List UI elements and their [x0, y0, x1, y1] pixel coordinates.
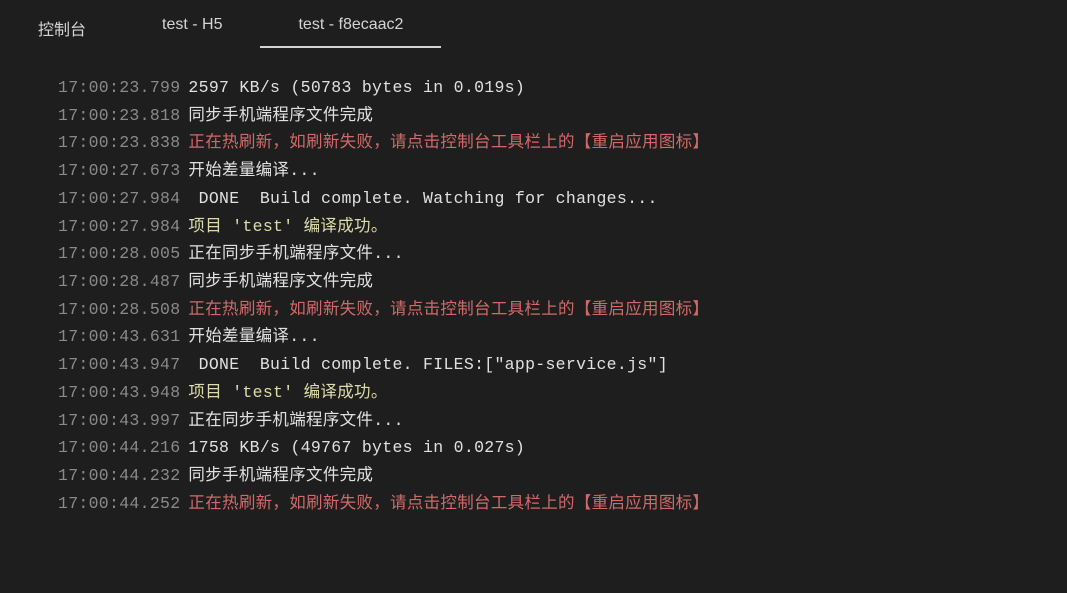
log-line: 17:00:28.005 正在同步手机端程序文件... [58, 240, 1067, 268]
log-message: 正在热刷新，如刷新失败，请点击控制台工具栏上的【重启应用图标】 [188, 296, 709, 324]
log-line: 17:00:44.252 正在热刷新，如刷新失败，请点击控制台工具栏上的【重启应用… [58, 490, 1067, 518]
log-message: 同步手机端程序文件完成 [188, 268, 373, 296]
log-timestamp: 17:00:28.487 [58, 268, 180, 296]
log-message: 同步手机端程序文件完成 [188, 462, 373, 490]
log-line: 17:00:23.818 同步手机端程序文件完成 [58, 102, 1067, 130]
log-timestamp: 17:00:23.818 [58, 102, 180, 130]
log-line: 17:00:23.799 2597 KB/s (50783 bytes in 0.… [58, 74, 1067, 102]
log-line: 17:00:43.631 开始差量编译... [58, 323, 1067, 351]
tab-2[interactable]: test - f8ecaac2 [260, 10, 441, 48]
log-message: 开始差量编译... [188, 323, 319, 351]
tab-1[interactable]: test - H5 [124, 10, 260, 48]
log-line: 17:00:23.838 正在热刷新，如刷新失败，请点击控制台工具栏上的【重启应用… [58, 129, 1067, 157]
log-message: 正在同步手机端程序文件... [188, 407, 403, 435]
log-timestamp: 17:00:44.216 [58, 434, 180, 462]
log-message: 同步手机端程序文件完成 [188, 102, 373, 130]
log-message: 项目 'test' 编译成功。 [188, 213, 387, 241]
log-line: 17:00:44.232 同步手机端程序文件完成 [58, 462, 1067, 490]
log-message: 1758 KB/s (49767 bytes in 0.027s) [188, 434, 525, 462]
log-line: 17:00:27.673 开始差量编译... [58, 157, 1067, 185]
log-timestamp: 17:00:43.947 [58, 351, 180, 379]
log-timestamp: 17:00:43.948 [58, 379, 180, 407]
log-line: 17:00:43.948 项目 'test' 编译成功。 [58, 379, 1067, 407]
log-message: 正在热刷新，如刷新失败，请点击控制台工具栏上的【重启应用图标】 [188, 129, 709, 157]
log-message: 项目 'test' 编译成功。 [188, 379, 387, 407]
log-line: 17:00:43.947 DONE Build complete. FILES:… [58, 351, 1067, 379]
log-timestamp: 17:00:43.631 [58, 323, 180, 351]
log-message: 开始差量编译... [188, 157, 319, 185]
log-line: 17:00:44.216 1758 KB/s (49767 bytes in 0.… [58, 434, 1067, 462]
log-output: 17:00:23.799 2597 KB/s (50783 bytes in 0.… [0, 56, 1067, 518]
tab-bar: 控制台test - H5test - f8ecaac2 [0, 0, 1067, 56]
log-timestamp: 17:00:27.984 [58, 185, 180, 213]
log-line: 17:00:28.487 同步手机端程序文件完成 [58, 268, 1067, 296]
log-timestamp: 17:00:23.838 [58, 129, 180, 157]
log-message: 正在同步手机端程序文件... [188, 240, 403, 268]
tab-0[interactable]: 控制台 [0, 10, 124, 48]
log-timestamp: 17:00:44.232 [58, 462, 180, 490]
log-line: 17:00:27.984 项目 'test' 编译成功。 [58, 213, 1067, 241]
log-timestamp: 17:00:43.997 [58, 407, 180, 435]
log-message: 正在热刷新，如刷新失败，请点击控制台工具栏上的【重启应用图标】 [188, 490, 709, 518]
log-line: 17:00:43.997 正在同步手机端程序文件... [58, 407, 1067, 435]
log-timestamp: 17:00:27.673 [58, 157, 180, 185]
log-timestamp: 17:00:23.799 [58, 74, 180, 102]
log-timestamp: 17:00:28.508 [58, 296, 180, 324]
log-line: 17:00:27.984 DONE Build complete. Watchi… [58, 185, 1067, 213]
log-message: DONE Build complete. FILES:["app-service… [188, 351, 667, 379]
log-line: 17:00:28.508 正在热刷新，如刷新失败，请点击控制台工具栏上的【重启应用… [58, 296, 1067, 324]
log-timestamp: 17:00:28.005 [58, 240, 180, 268]
log-timestamp: 17:00:44.252 [58, 490, 180, 518]
log-message: 2597 KB/s (50783 bytes in 0.019s) [188, 74, 525, 102]
log-timestamp: 17:00:27.984 [58, 213, 180, 241]
log-message: DONE Build complete. Watching for change… [188, 185, 657, 213]
